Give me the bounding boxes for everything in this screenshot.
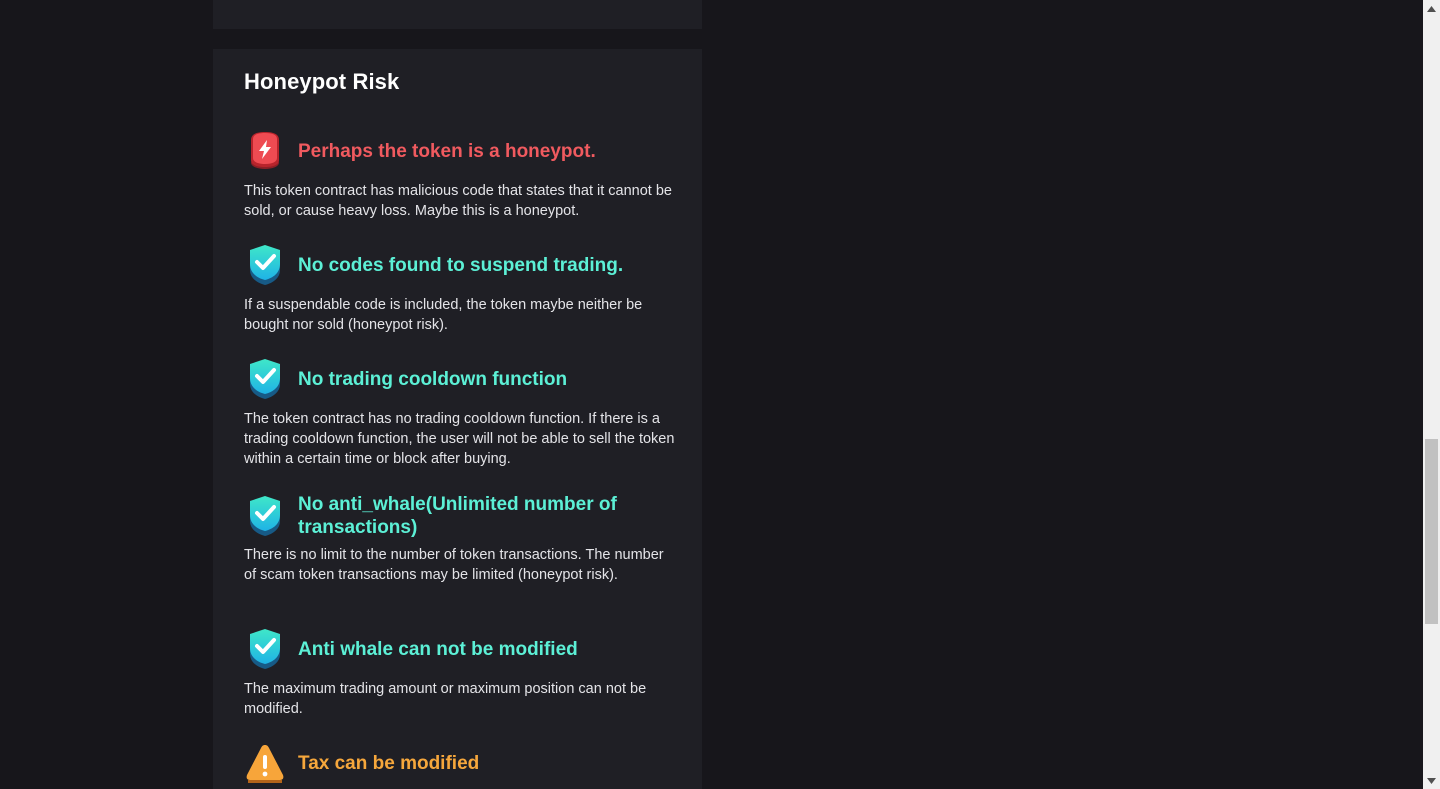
risk-item-description: The maximum trading amount or maximum po… (244, 681, 647, 717)
honeypot-risk-card: Honeypot Risk Perhaps the token is a hon… (213, 49, 702, 789)
scroll-down-arrow-icon[interactable] (1423, 772, 1440, 789)
risk-item-title: Tax can be modified (298, 752, 480, 774)
scroll-up-arrow-icon[interactable] (1423, 0, 1440, 17)
risk-item-anti-whale-modifiable: Anti whale can not be modified The maxim… (244, 629, 676, 719)
previous-section-card (213, 0, 702, 29)
risk-item-description: There is no limit to the number of token… (244, 547, 664, 583)
shield-check-icon (244, 496, 286, 536)
risk-item-title: Perhaps the token is a honeypot. (298, 140, 596, 162)
risk-item-trading-cooldown: No trading cooldown function The token c… (244, 359, 676, 469)
risk-item-tax-modifiable: Tax can be modified (244, 743, 676, 783)
risk-item-honeypot: Perhaps the token is a honeypot. This to… (244, 131, 676, 221)
page-viewport: Honeypot Risk Perhaps the token is a hon… (0, 0, 1423, 789)
risk-item-anti-whale: No anti_whale(Unlimited number of transa… (244, 493, 676, 585)
risk-item-title: No anti_whale(Unlimited number of transa… (298, 494, 617, 538)
risk-item-description: If a suspendable code is included, the t… (244, 297, 643, 333)
vertical-scrollbar[interactable] (1423, 0, 1440, 789)
risk-item-title: No codes found to suspend trading. (298, 254, 624, 276)
risk-item-description: This token contract has malicious code t… (244, 183, 672, 219)
scrollbar-thumb[interactable] (1425, 439, 1438, 624)
risk-item-title: Anti whale can not be modified (298, 638, 578, 660)
shield-check-icon (244, 359, 286, 399)
danger-bolt-icon (244, 131, 286, 171)
shield-check-icon (244, 245, 286, 285)
section-title: Honeypot Risk (244, 69, 400, 94)
shield-check-icon (244, 629, 286, 669)
risk-item-suspend-trading: No codes found to suspend trading. If a … (244, 245, 676, 335)
warning-triangle-icon (244, 743, 286, 783)
risk-item-title: No trading cooldown function (298, 368, 568, 390)
risk-item-description: The token contract has no trading cooldo… (244, 411, 675, 467)
